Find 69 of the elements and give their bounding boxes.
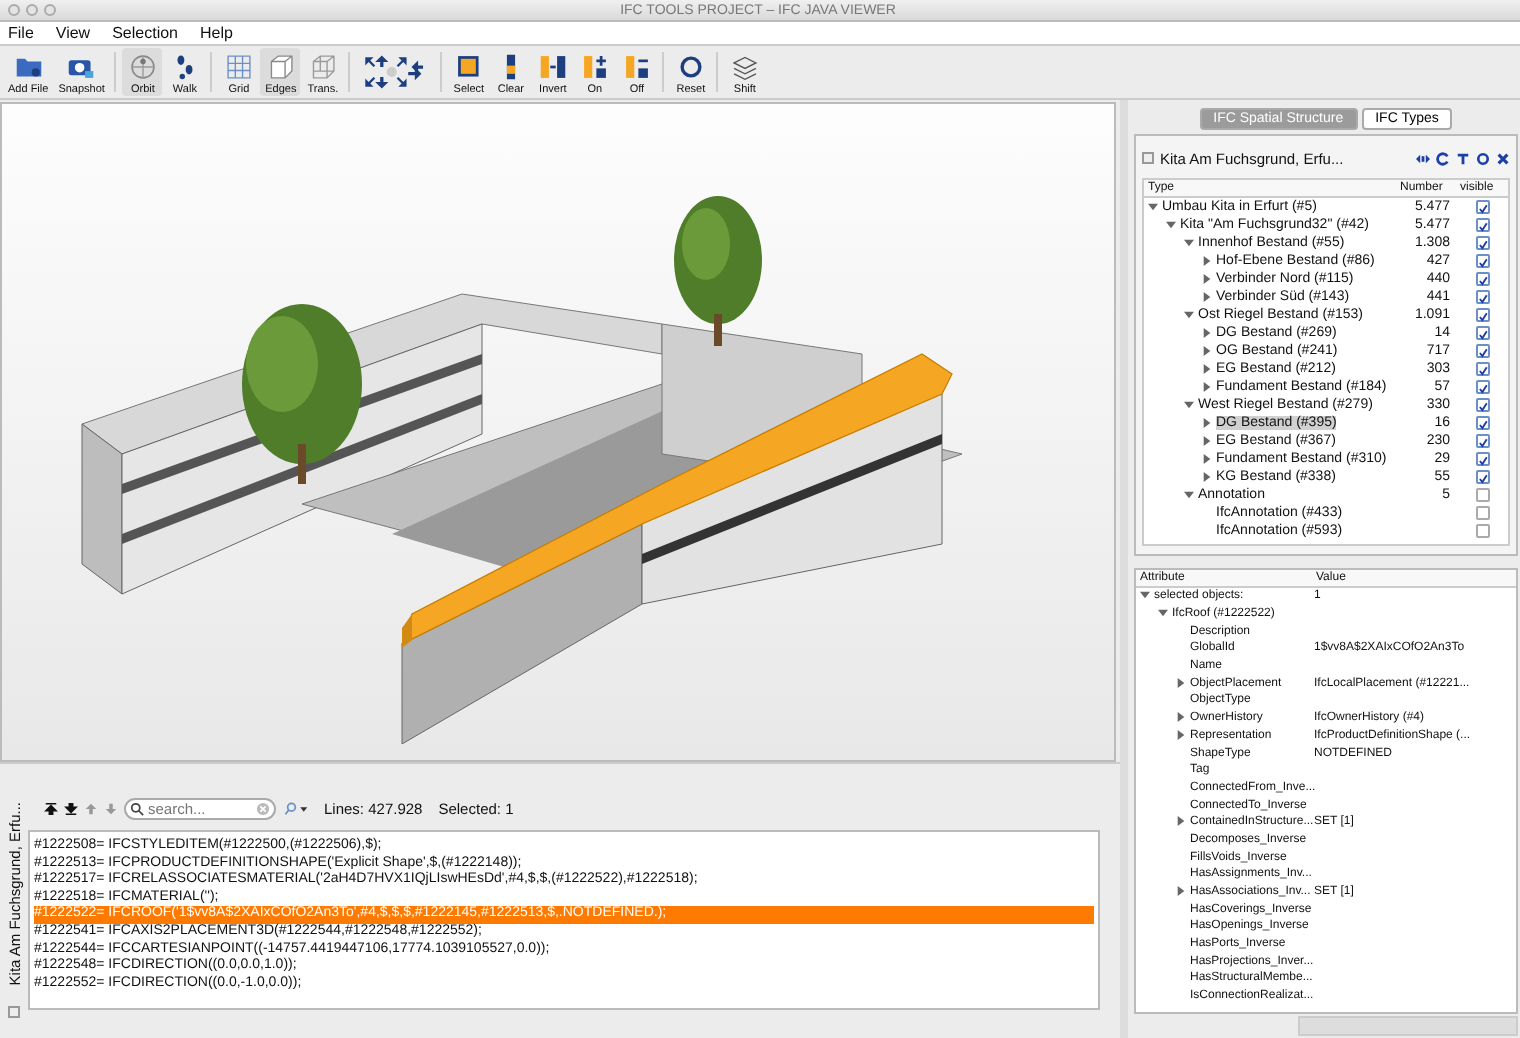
visibility-checkbox[interactable] bbox=[1475, 218, 1489, 232]
collapse-arrow-icon[interactable] bbox=[1184, 489, 1198, 501]
wireframe-cube-icon bbox=[307, 52, 338, 82]
checkbox[interactable] bbox=[8, 1006, 20, 1018]
refresh-icon[interactable] bbox=[1436, 151, 1450, 165]
cube-icon bbox=[265, 52, 296, 82]
visibility-on-icon bbox=[579, 52, 610, 82]
visibility-checkbox[interactable] bbox=[1475, 452, 1489, 466]
menu-item[interactable]: View bbox=[55, 24, 91, 42]
expand-arrow-icon[interactable] bbox=[1202, 273, 1216, 285]
menu-item[interactable]: Selection bbox=[112, 24, 179, 42]
jump-to-top-icon[interactable] bbox=[44, 801, 58, 815]
search-icon bbox=[130, 801, 144, 815]
expand-arrow-icon[interactable] bbox=[1202, 453, 1216, 465]
jump-to-bottom-icon[interactable] bbox=[64, 801, 78, 815]
menu-item[interactable]: Help bbox=[200, 24, 233, 42]
collapse-arrow-icon[interactable] bbox=[1158, 608, 1172, 621]
select-box-icon bbox=[453, 52, 484, 82]
visibility-checkbox[interactable] bbox=[1475, 524, 1489, 538]
visibility-checkbox[interactable] bbox=[1475, 344, 1489, 358]
expand-arrow-icon[interactable] bbox=[1202, 363, 1216, 375]
expand-arrow-icon[interactable] bbox=[1202, 327, 1216, 339]
visibility-checkbox[interactable] bbox=[1475, 488, 1489, 502]
expand-arrow-icon[interactable] bbox=[1176, 677, 1190, 690]
reset-icon bbox=[675, 52, 706, 82]
invert-icon bbox=[537, 52, 568, 82]
collapse-arrow-icon[interactable] bbox=[1148, 201, 1162, 213]
search-options-icon[interactable] bbox=[282, 801, 308, 815]
visibility-checkbox[interactable] bbox=[1475, 434, 1489, 448]
expand-arrow-icon[interactable] bbox=[1202, 435, 1216, 447]
expand-arrow-icon[interactable] bbox=[1202, 291, 1216, 303]
collapse-arrow-icon[interactable] bbox=[1184, 399, 1198, 411]
collapse-arrow-icon[interactable] bbox=[1140, 590, 1154, 603]
expand-collapse-icon[interactable] bbox=[1416, 151, 1430, 165]
expand-arrow-icon[interactable] bbox=[1202, 471, 1216, 483]
collapse-arrow-icon[interactable] bbox=[1184, 309, 1198, 321]
layers-icon bbox=[729, 52, 760, 82]
visibility-checkbox[interactable] bbox=[1475, 272, 1489, 286]
menu-item[interactable]: File bbox=[8, 24, 34, 42]
orbit-icon bbox=[127, 52, 158, 82]
checkbox[interactable] bbox=[1142, 152, 1154, 164]
close-icon[interactable] bbox=[1496, 151, 1510, 165]
expand-arrow-icon[interactable] bbox=[1202, 417, 1216, 429]
visibility-checkbox[interactable] bbox=[1475, 362, 1489, 376]
expand-arrow-icon[interactable] bbox=[1176, 729, 1190, 742]
visibility-checkbox[interactable] bbox=[1475, 290, 1489, 304]
visibility-checkbox[interactable] bbox=[1475, 506, 1489, 520]
visibility-off-icon bbox=[621, 52, 652, 82]
visibility-checkbox[interactable] bbox=[1475, 416, 1489, 430]
expand-arrow-icon[interactable] bbox=[1176, 886, 1190, 899]
visibility-checkbox[interactable] bbox=[1475, 398, 1489, 412]
settings-icon[interactable] bbox=[1476, 151, 1490, 165]
visibility-checkbox[interactable] bbox=[1475, 236, 1489, 250]
expand-arrow-icon[interactable] bbox=[1176, 712, 1190, 725]
expand-arrow-icon[interactable] bbox=[1202, 381, 1216, 393]
navigation-arrows-icon[interactable] bbox=[362, 52, 429, 92]
visibility-checkbox[interactable] bbox=[1475, 308, 1489, 322]
collapse-arrow-icon[interactable] bbox=[1166, 219, 1180, 231]
expand-arrow-icon[interactable] bbox=[1202, 345, 1216, 357]
visibility-checkbox[interactable] bbox=[1475, 380, 1489, 394]
visibility-checkbox[interactable] bbox=[1475, 326, 1489, 340]
grid-icon bbox=[223, 52, 254, 82]
visibility-checkbox[interactable] bbox=[1475, 470, 1489, 484]
collapse-arrow-icon[interactable] bbox=[1184, 237, 1198, 249]
expand-arrow-icon[interactable] bbox=[1176, 816, 1190, 829]
visibility-checkbox[interactable] bbox=[1475, 200, 1489, 214]
visibility-checkbox[interactable] bbox=[1475, 254, 1489, 268]
expand-arrow-icon[interactable] bbox=[1202, 255, 1216, 267]
text-icon[interactable] bbox=[1456, 151, 1470, 165]
